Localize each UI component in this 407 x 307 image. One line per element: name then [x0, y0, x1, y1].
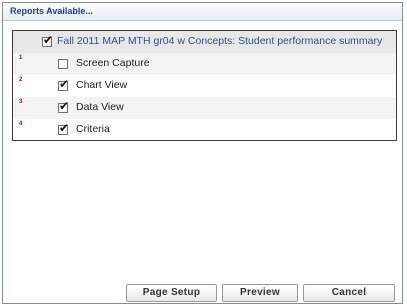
checkmark-icon: ✔: [43, 33, 54, 47]
chart-view-checkbox[interactable]: ✔: [58, 77, 70, 91]
item-number: 2: [19, 77, 23, 83]
cancel-button[interactable]: Cancel: [303, 284, 395, 302]
dialog-title: Reports Available...: [10, 6, 93, 16]
checkmark-icon: ✔: [59, 121, 70, 135]
item-label: Screen Capture: [76, 57, 150, 69]
page-setup-button[interactable]: Page Setup: [126, 284, 217, 302]
list-item-data-view[interactable]: 3 ✔ Data View: [13, 97, 396, 119]
list-item-criteria[interactable]: 4 ✔ Criteria: [13, 119, 396, 140]
item-number: 4: [19, 121, 23, 127]
list-item-chart-view[interactable]: 2 ✔ Chart View: [13, 75, 396, 97]
data-view-checkbox[interactable]: ✔: [58, 99, 70, 113]
reports-dialog: Reports Available... ✔ Fall 2011 MAP MTH…: [2, 2, 403, 304]
item-number: 3: [19, 99, 23, 105]
checkmark-icon: ✔: [59, 77, 70, 91]
button-bar: Page Setup Preview Cancel: [3, 284, 402, 302]
dialog-title-bar: Reports Available...: [3, 3, 402, 21]
item-label: Data View: [76, 101, 124, 113]
item-number: 1: [19, 55, 23, 61]
checkmark-icon: ✔: [59, 99, 70, 113]
report-list: ✔ Fall 2011 MAP MTH gr04 w Concepts: Stu…: [12, 30, 397, 141]
report-name: Fall 2011 MAP MTH gr04 w Concepts: Stude…: [57, 35, 383, 47]
criteria-checkbox[interactable]: ✔: [58, 121, 70, 135]
report-header-row[interactable]: ✔ Fall 2011 MAP MTH gr04 w Concepts: Stu…: [13, 31, 396, 53]
item-label: Chart View: [76, 79, 128, 91]
screen-capture-checkbox[interactable]: [58, 59, 68, 69]
preview-button[interactable]: Preview: [222, 284, 298, 302]
list-item-screen-capture[interactable]: 1 Screen Capture: [13, 53, 396, 75]
item-label: Criteria: [76, 123, 110, 135]
report-checkbox[interactable]: ✔: [42, 33, 54, 47]
